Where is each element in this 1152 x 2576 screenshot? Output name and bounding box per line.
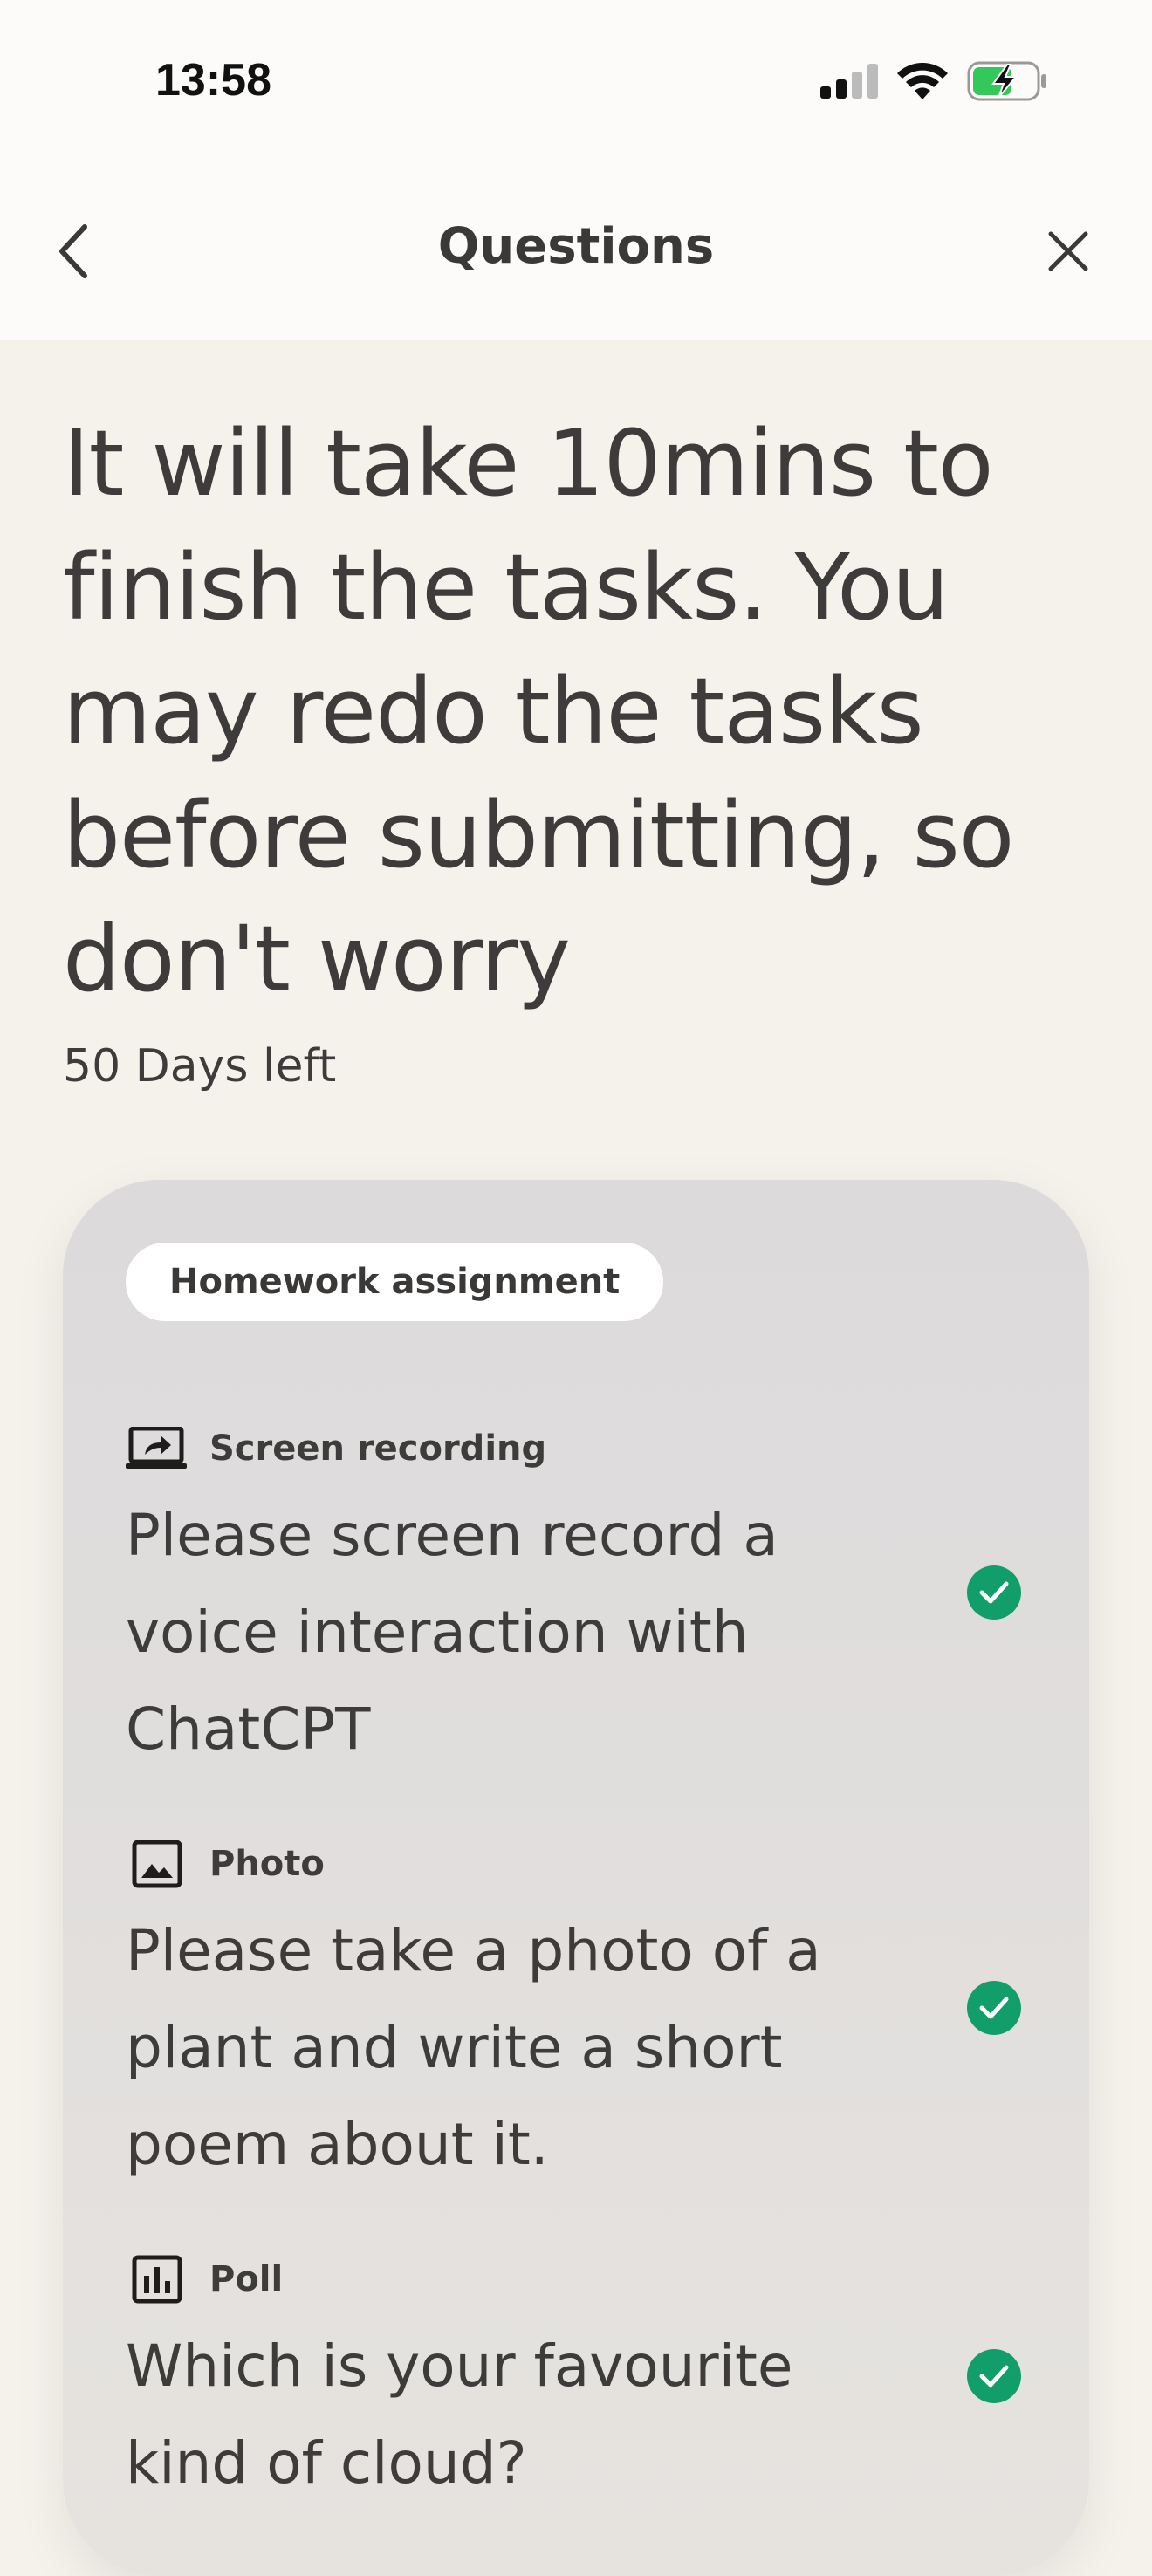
task-type-label: Poll bbox=[209, 2259, 284, 2299]
task-description: Please screen record a voice interaction… bbox=[126, 1502, 778, 1763]
image-icon bbox=[132, 1840, 182, 1888]
close-icon bbox=[1048, 231, 1088, 271]
status-time: 13:58 bbox=[155, 55, 271, 106]
task-item-poll[interactable]: Poll Which is your favourite kind of clo… bbox=[126, 2253, 1016, 2511]
task-description: Which is your favourite kind of cloud? bbox=[126, 2333, 793, 2497]
battery-charging-icon bbox=[967, 61, 1046, 101]
close-button[interactable] bbox=[1037, 220, 1100, 283]
task-type-label: Photo bbox=[209, 1844, 325, 1884]
task-type: Screen recording bbox=[126, 1422, 1016, 1475]
task-type: Poll bbox=[126, 2253, 1016, 2305]
cellular-signal-icon bbox=[820, 64, 878, 99]
homework-assignment-card: Homework assignment Screen recording Ple… bbox=[63, 1180, 1089, 2576]
task-item-photo[interactable]: Photo Please take a photo of a plant and… bbox=[126, 1838, 1016, 2193]
page-title: Questions bbox=[437, 218, 715, 275]
completed-check-icon bbox=[967, 1565, 1021, 1620]
navigation-bar: Questions bbox=[0, 157, 1152, 340]
intro-section: It will take 10mins to finish the tasks.… bbox=[63, 401, 1093, 1093]
task-type-label: Screen recording bbox=[209, 1428, 547, 1469]
task-type: Photo bbox=[126, 1838, 1016, 1890]
completed-check-icon bbox=[967, 2349, 1021, 2403]
task-description: Please take a photo of a plant and write… bbox=[126, 1917, 821, 2178]
poll-chart-icon bbox=[132, 2255, 182, 2304]
status-icons bbox=[820, 61, 1047, 101]
days-left-label: 50 Days left bbox=[63, 1040, 337, 1093]
completed-check-icon bbox=[967, 1981, 1021, 2035]
status-bar: 13:58 bbox=[0, 0, 1152, 157]
task-item-screen-recording[interactable]: Screen recording Please screen record a … bbox=[126, 1422, 1016, 1778]
intro-heading: It will take 10mins to finish the tasks.… bbox=[63, 410, 1014, 1012]
homework-assignment-badge: Homework assignment bbox=[126, 1243, 664, 1321]
screen-share-icon bbox=[126, 1427, 187, 1469]
wifi-icon bbox=[897, 63, 948, 99]
